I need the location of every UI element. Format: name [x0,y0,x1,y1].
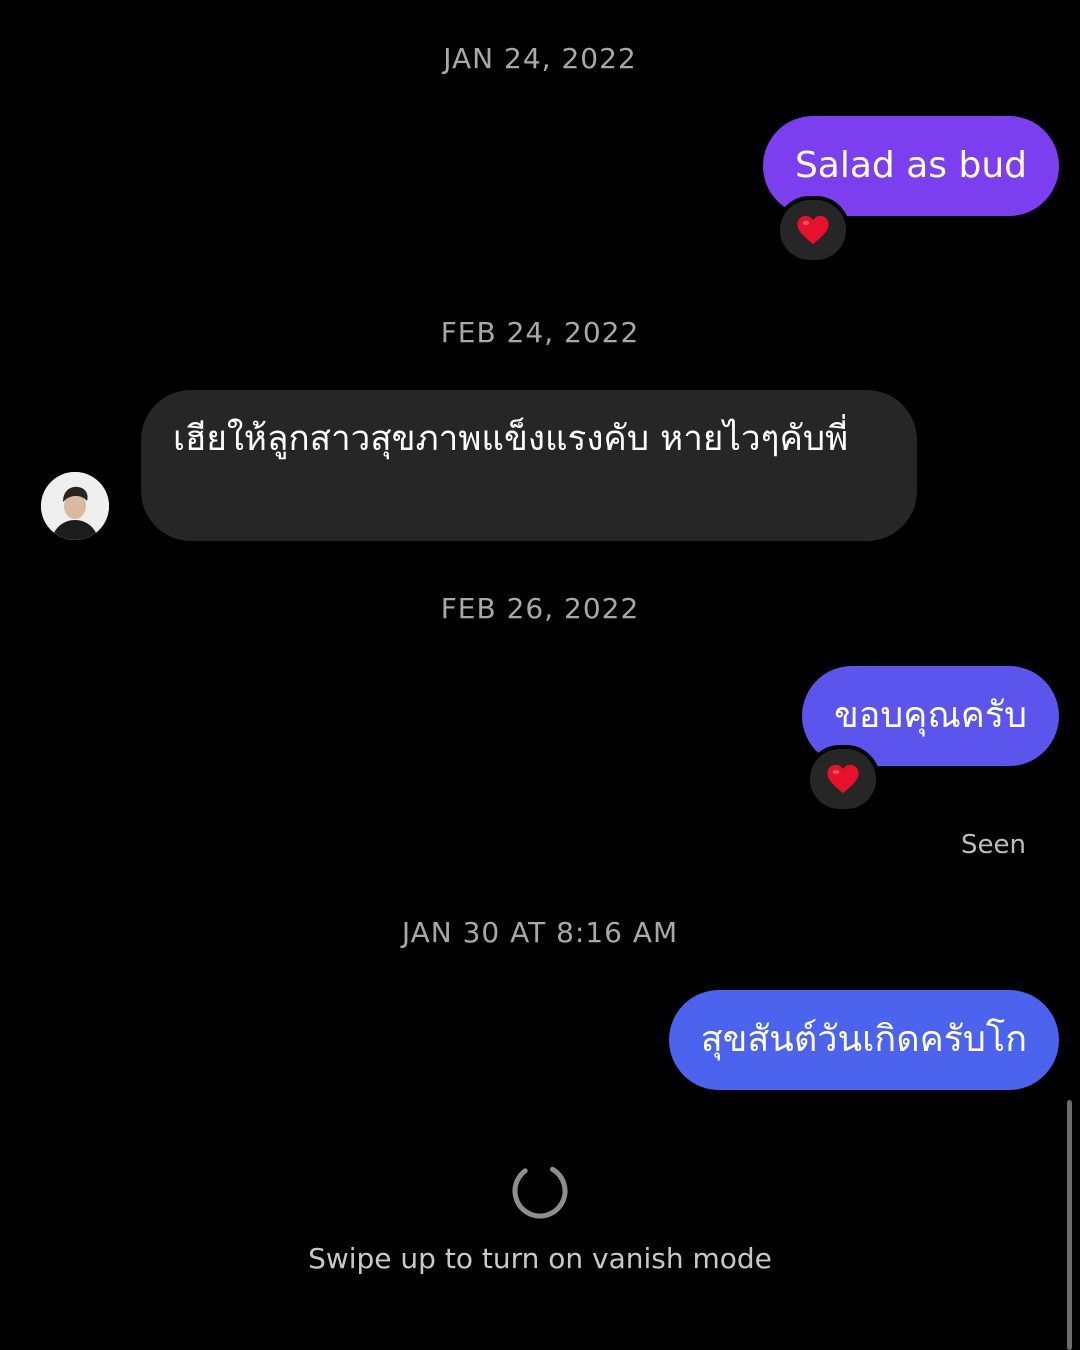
message-text: Salad as bud [794,145,1027,186]
message-text: เฮียให้ลูกสาวสุขภาพแข็งแรงคับ หายไวๆคับพ… [173,419,849,459]
outgoing-message-bubble[interactable]: สุขสันต์วันเกิดครับโก [668,990,1059,1090]
date-separator: FEB 24, 2022 [440,316,640,349]
date-separator: JAN 30 AT 8:16 AM [401,916,679,949]
scrollbar[interactable] [1067,1100,1072,1350]
message-text: สุขสันต์วันเกิดครับโก [700,1019,1027,1060]
avatar[interactable] [41,472,109,540]
date-separator: FEB 26, 2022 [440,592,640,625]
date-separator: JAN 24, 2022 [443,42,637,75]
message-text: ขอบคุณครับ [834,695,1027,736]
message-reaction[interactable] [776,196,850,264]
vanish-mode-hint[interactable]: Swipe up to turn on vanish mode [0,1242,1080,1275]
incoming-message-bubble[interactable]: เฮียให้ลูกสาวสุขภาพแข็งแรงคับ หายไวๆคับพ… [141,390,917,541]
profile-photo-icon [41,472,109,540]
message-reaction[interactable] [806,745,880,813]
heart-icon [797,215,829,245]
heart-icon [827,764,859,794]
seen-status: Seen [961,830,1026,860]
spinner-icon [512,1163,568,1219]
